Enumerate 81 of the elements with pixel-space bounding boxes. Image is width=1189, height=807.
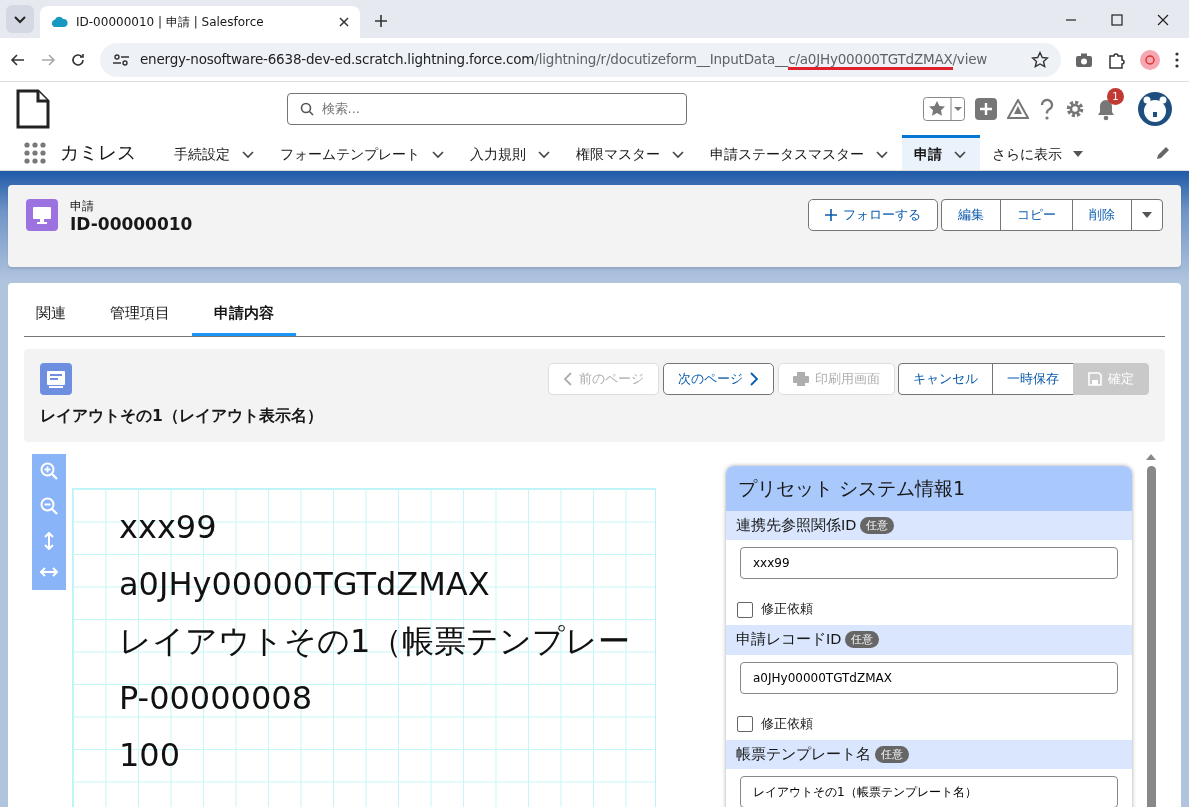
field-label: 帳票テンプレート名 bbox=[736, 744, 871, 764]
caret-down-icon bbox=[1072, 150, 1084, 158]
field-label: 連携先参照関係ID bbox=[736, 515, 857, 535]
preview-text: P-00000008 bbox=[119, 678, 313, 719]
nav-tab[interactable]: さらに表示 bbox=[980, 135, 1096, 170]
nav-tab[interactable]: 権限マスター bbox=[564, 135, 698, 170]
checkbox[interactable] bbox=[737, 601, 753, 618]
close-icon[interactable] bbox=[1157, 14, 1169, 26]
record-tab[interactable]: 管理項目 bbox=[88, 297, 192, 336]
browser-tab[interactable]: ID-00000010 | 申請 | Salesforce bbox=[40, 6, 360, 38]
optional-badge: 任意 bbox=[845, 631, 880, 649]
reload-icon[interactable] bbox=[70, 51, 86, 68]
favorites-icon[interactable] bbox=[923, 96, 965, 121]
edit-pencil-icon[interactable] bbox=[1155, 144, 1171, 161]
camera-icon[interactable] bbox=[1075, 51, 1093, 68]
optional-badge: 任意 bbox=[875, 745, 909, 763]
plus-icon bbox=[825, 209, 837, 221]
notification-count: 1 bbox=[1107, 87, 1124, 105]
star-icon[interactable] bbox=[1031, 50, 1049, 69]
more-menu-icon[interactable] bbox=[1175, 51, 1179, 68]
settings-icon[interactable] bbox=[1065, 98, 1085, 119]
chevron-right-icon bbox=[749, 371, 759, 386]
preview-text: a0JHy00000TGTdZMAX bbox=[119, 564, 491, 605]
app-launcher-icon[interactable] bbox=[24, 141, 46, 164]
action-button[interactable]: コピー bbox=[1000, 199, 1073, 231]
avatar-icon[interactable] bbox=[1137, 90, 1173, 127]
cloud-icon bbox=[50, 16, 68, 28]
record-title: ID-00000010 bbox=[70, 213, 193, 235]
checkbox-label: 修正依頼 bbox=[761, 600, 813, 619]
panel-title: プリセット システム情報1 bbox=[726, 466, 1132, 511]
save-icon bbox=[1088, 371, 1102, 386]
url-text: energy-nosoftware-6638-dev-ed.scratch.lightning.force.com/lightning/r/docutizeform__InputData__c/a0JHy00000TGTdZMAX/view bbox=[140, 49, 988, 70]
form-title: レイアウトその1（レイアウト表示名） bbox=[40, 405, 323, 427]
input-field[interactable]: xxx99 bbox=[740, 547, 1118, 580]
tab-list-icon[interactable] bbox=[6, 5, 34, 33]
site-settings-icon[interactable] bbox=[112, 51, 130, 68]
chevron-left-icon bbox=[563, 371, 573, 386]
help-icon[interactable] bbox=[1039, 97, 1055, 120]
new-tab-icon[interactable] bbox=[374, 14, 388, 28]
field-label: 申請レコードID bbox=[736, 630, 842, 649]
maximize-icon[interactable] bbox=[1111, 14, 1123, 26]
optional-badge: 任意 bbox=[860, 516, 895, 534]
monitor-icon bbox=[26, 199, 58, 231]
action-button[interactable]: 削除 bbox=[1072, 199, 1132, 231]
back-icon[interactable] bbox=[10, 51, 26, 68]
preview-text: 100 bbox=[119, 735, 182, 776]
form-button[interactable]: 一時保存 bbox=[992, 362, 1074, 395]
add-icon[interactable] bbox=[975, 97, 997, 120]
close-icon[interactable] bbox=[338, 16, 350, 28]
checkbox[interactable] bbox=[737, 716, 753, 733]
preview-text: レイアウトその1（帳票テンプレー bbox=[119, 621, 632, 662]
follow-button[interactable]: フォローする bbox=[808, 199, 938, 231]
more-actions-button[interactable] bbox=[1131, 199, 1163, 231]
tab-title: ID-00000010 | 申請 | Salesforce bbox=[76, 14, 265, 31]
action-button[interactable]: 編集 bbox=[941, 199, 1001, 231]
caret-down-icon bbox=[1141, 211, 1153, 219]
trailhead-icon[interactable] bbox=[1007, 98, 1029, 119]
profile-avatar-icon[interactable] bbox=[1139, 48, 1161, 71]
preview-text: xxx99 bbox=[119, 507, 218, 548]
nav-tab[interactable]: フォームテンプレート bbox=[268, 135, 458, 170]
input-field[interactable]: レイアウトその1（帳票テンプレート名） bbox=[740, 776, 1118, 807]
next-page-button[interactable]: 次のページ bbox=[663, 362, 774, 395]
document-logo-icon bbox=[16, 88, 50, 129]
scroll-up-icon[interactable] bbox=[1146, 454, 1156, 460]
nav-tab[interactable]: 手続設定 bbox=[162, 135, 268, 170]
record-tab[interactable]: 申請内容 bbox=[192, 297, 296, 336]
address-bar[interactable]: energy-nosoftware-6638-dev-ed.scratch.lightning.force.com/lightning/r/docutizeform__InputData__c/a0JHy00000TGTdZMAX/view bbox=[100, 42, 1061, 77]
input-field[interactable]: a0JHy00000TGTdZMAX bbox=[740, 661, 1118, 694]
nav-tab[interactable]: 申請ステータスマスター bbox=[698, 135, 902, 170]
scrollbar-thumb[interactable] bbox=[1146, 466, 1156, 807]
checkbox-label: 修正依頼 bbox=[761, 714, 813, 733]
form-button[interactable]: キャンセル bbox=[898, 362, 993, 395]
search-field[interactable]: 検索... bbox=[286, 92, 687, 125]
app-name: カミレス bbox=[60, 140, 136, 166]
nav-tab[interactable]: 入力規則 bbox=[458, 135, 564, 170]
search-icon bbox=[299, 101, 314, 116]
record-tab[interactable]: 関連 bbox=[24, 297, 88, 336]
nav-tab[interactable]: 申請 bbox=[902, 135, 980, 170]
object-label: 申請 bbox=[70, 199, 95, 213]
puzzle-icon[interactable] bbox=[1107, 50, 1125, 69]
form-icon bbox=[40, 362, 72, 395]
